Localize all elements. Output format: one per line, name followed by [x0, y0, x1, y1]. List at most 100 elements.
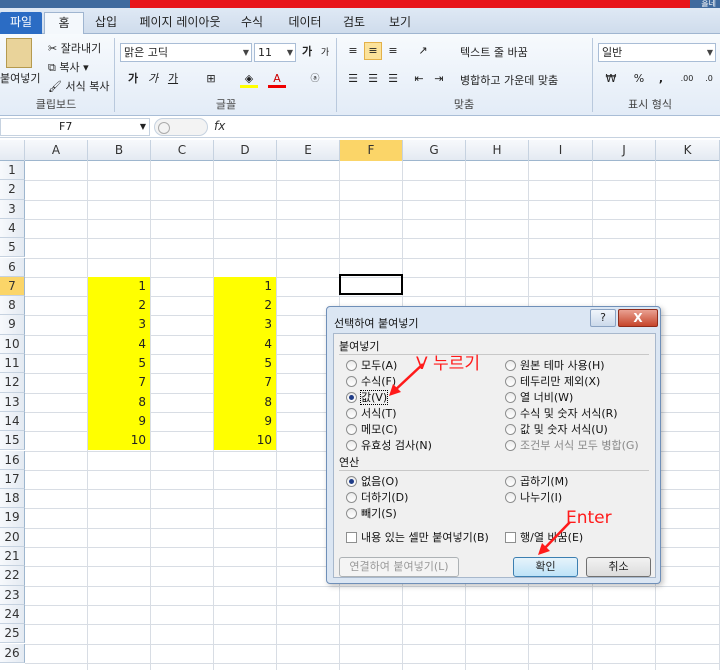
row-header-5[interactable]: 5	[0, 238, 25, 258]
copy-button[interactable]: ⧉ 복사 ▾	[48, 59, 89, 75]
font-size-select[interactable]: 11 ▼	[254, 43, 296, 62]
tab-data[interactable]: 데이터	[282, 12, 328, 34]
font-name-select[interactable]: 맑은 고딕 ▼	[120, 43, 252, 62]
cell-b7[interactable]: 1	[88, 276, 150, 297]
paste-option-right-1[interactable]: 테두리만 제외(X)	[505, 374, 600, 390]
shrink-font-button[interactable]: 가	[316, 44, 334, 62]
row-header-3[interactable]: 3	[0, 199, 25, 219]
row-header-19[interactable]: 19	[0, 508, 25, 528]
borders-icon[interactable]: ⊞	[202, 70, 220, 88]
font-color-icon[interactable]: A	[268, 70, 286, 88]
align-right-icon[interactable]: ☰	[384, 70, 402, 88]
tab-home[interactable]: 홈	[44, 12, 84, 34]
number-format-select[interactable]: 일반 ▼	[598, 43, 716, 62]
row-header-26[interactable]: 26	[0, 643, 25, 663]
row-header-15[interactable]: 15	[0, 431, 25, 451]
tab-view[interactable]: 보기	[382, 12, 418, 34]
formula-bar-expand-handle[interactable]	[154, 118, 208, 136]
orientation-icon[interactable]: ↗	[414, 42, 432, 60]
align-middle-icon[interactable]: ≡	[364, 42, 382, 60]
column-header-e[interactable]: E	[277, 140, 340, 161]
tab-formulas[interactable]: 수식	[234, 12, 270, 34]
cell-b14[interactable]: 9	[88, 411, 150, 432]
paste-option-right-0[interactable]: 원본 테마 사용(H)	[505, 358, 605, 374]
row-header-22[interactable]: 22	[0, 566, 25, 586]
tab-page-layout[interactable]: 페이지 레이아웃	[130, 12, 230, 34]
grow-font-button[interactable]: 가	[298, 43, 316, 61]
select-all-corner[interactable]	[0, 140, 25, 161]
cell-d14[interactable]: 9	[214, 411, 276, 432]
row-header-7[interactable]: 7	[0, 276, 25, 297]
column-header-c[interactable]: C	[151, 140, 214, 161]
cell-d8[interactable]: 2	[214, 296, 276, 316]
row-header-17[interactable]: 17	[0, 469, 25, 490]
wrap-text-button[interactable]: 텍스트 줄 바꿈	[460, 44, 528, 60]
paste-option-left-3[interactable]: 서식(T)	[346, 406, 397, 422]
paste-option-right-2[interactable]: 열 너비(W)	[505, 390, 573, 406]
column-header-h[interactable]: H	[466, 140, 529, 161]
paste-button[interactable]: 붙여넣기	[0, 70, 40, 86]
column-header-g[interactable]: G	[403, 140, 466, 161]
format-painter-button[interactable]: 🖌 서식 복사	[48, 78, 109, 94]
column-header-i[interactable]: I	[529, 140, 593, 161]
row-header-20[interactable]: 20	[0, 527, 25, 547]
cancel-button[interactable]: 취소	[586, 557, 651, 577]
cell-d10[interactable]: 4	[214, 334, 276, 354]
percent-button[interactable]: %	[630, 70, 648, 88]
paste-option-right-5[interactable]: 조건부 서식 모두 병합(G)	[505, 438, 639, 454]
increase-decimal-icon[interactable]: .00	[678, 70, 696, 88]
row-header-4[interactable]: 4	[0, 218, 25, 239]
align-left-icon[interactable]: ☰	[344, 70, 362, 88]
paste-option-right-3[interactable]: 수식 및 숫자 서식(R)	[505, 406, 618, 422]
comma-button[interactable]: ,	[652, 70, 670, 88]
cell-d7[interactable]: 1	[214, 276, 276, 297]
tab-file[interactable]: 파일	[0, 12, 42, 34]
row-header-25[interactable]: 25	[0, 624, 25, 644]
tab-insert[interactable]: 삽입	[88, 12, 124, 34]
row-header-10[interactable]: 10	[0, 334, 25, 354]
increase-indent-icon[interactable]: ⇥	[430, 70, 448, 88]
paste-option-left-2[interactable]: 값(V)	[346, 390, 389, 406]
underline-button[interactable]: 가	[164, 70, 182, 88]
decrease-indent-icon[interactable]: ⇤	[410, 70, 428, 88]
close-button[interactable]: X	[618, 309, 658, 327]
tab-review[interactable]: 검토	[336, 12, 372, 34]
row-header-6[interactable]: 6	[0, 257, 25, 277]
operation-option-left-2[interactable]: 빼기(S)	[346, 506, 397, 522]
name-box[interactable]: F7 ▼	[0, 118, 150, 136]
cell-b10[interactable]: 4	[88, 334, 150, 354]
cell-b12[interactable]: 7	[88, 373, 150, 393]
cell-b11[interactable]: 5	[88, 354, 150, 374]
paste-option-left-4[interactable]: 메모(C)	[346, 422, 398, 438]
row-header-18[interactable]: 18	[0, 489, 25, 509]
fill-color-icon[interactable]: ◈	[240, 70, 258, 88]
column-header-j[interactable]: J	[593, 140, 656, 161]
align-top-icon[interactable]: ≡	[344, 42, 362, 60]
paste-option-left-5[interactable]: 유효성 검사(N)	[346, 438, 432, 454]
row-header-13[interactable]: 13	[0, 392, 25, 412]
skip-blanks-checkbox[interactable]: 내용 있는 셀만 붙여넣기(B)	[346, 530, 489, 546]
phonetic-icon[interactable]: ⓐ	[306, 70, 324, 88]
cell-d13[interactable]: 8	[214, 392, 276, 412]
row-header-8[interactable]: 8	[0, 296, 25, 316]
active-cell-f7[interactable]	[339, 274, 403, 295]
align-center-icon[interactable]: ☰	[364, 70, 382, 88]
cell-b15[interactable]: 10	[88, 431, 150, 451]
paste-option-right-4[interactable]: 값 및 숫자 서식(U)	[505, 422, 608, 438]
cell-d15[interactable]: 10	[214, 431, 276, 451]
operation-option-left-1[interactable]: 더하기(D)	[346, 490, 408, 506]
italic-button[interactable]: 가	[144, 70, 162, 88]
column-header-f[interactable]: F	[340, 140, 403, 161]
row-header-24[interactable]: 24	[0, 604, 25, 625]
cell-d9[interactable]: 3	[214, 315, 276, 335]
row-header-2[interactable]: 2	[0, 180, 25, 200]
help-button[interactable]: ?	[590, 309, 616, 327]
merge-center-button[interactable]: 병합하고 가운데 맞춤	[460, 72, 558, 88]
row-header-16[interactable]: 16	[0, 450, 25, 470]
cell-b8[interactable]: 2	[88, 296, 150, 316]
operation-option-right-1[interactable]: 나누기(I)	[505, 490, 562, 506]
align-bottom-icon[interactable]: ≡	[384, 42, 402, 60]
row-header-14[interactable]: 14	[0, 411, 25, 432]
operation-option-right-0[interactable]: 곱하기(M)	[505, 474, 568, 490]
cell-d12[interactable]: 7	[214, 373, 276, 393]
